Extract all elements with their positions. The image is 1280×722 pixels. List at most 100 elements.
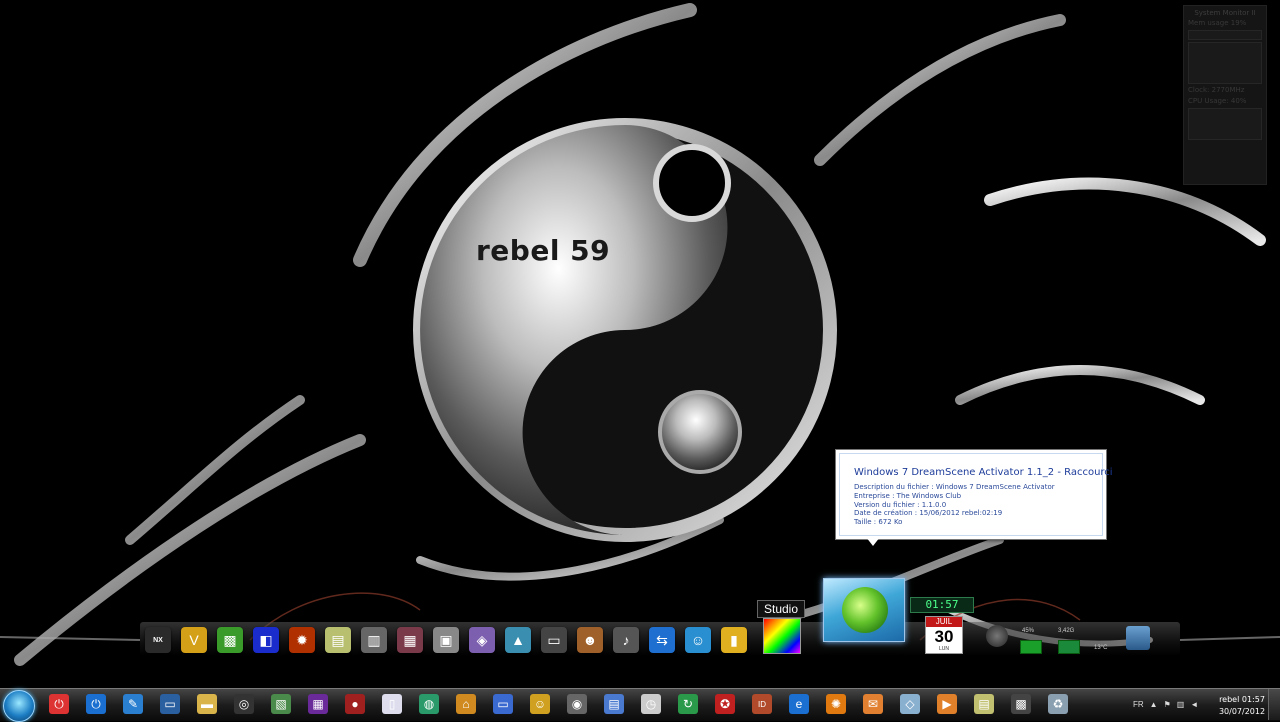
taskbar-clock[interactable]: rebel 01:57 30/07/2012 [1218,694,1266,718]
clock-icon[interactable]: ◷ [641,694,661,714]
power-icon[interactable]: ⏻ [86,694,106,714]
book2-glyph: ▦ [403,631,417,648]
palette-icon[interactable]: ◈ [469,627,495,653]
clock-glyph: ◷ [645,697,657,711]
show-desktop-button[interactable] [1268,689,1280,720]
network-meter[interactable] [1058,640,1080,654]
v-icon[interactable]: V [181,627,207,653]
tray-expand-icon[interactable]: ▲ [1150,700,1158,709]
dreamscene-activator-icon[interactable] [823,578,905,642]
studio-dock-item[interactable]: Studio [757,600,805,654]
id-icon[interactable]: ID [752,694,772,714]
green-app-icon[interactable]: ▩ [217,627,243,653]
calendar-month: JUIL [926,617,962,627]
desktop-label: rebel 59 [476,234,611,267]
teamviewer-glyph: ⇆ [656,631,668,648]
monitor-icon[interactable]: ▭ [541,627,567,653]
weather-gadget-icon[interactable] [1126,626,1150,650]
graph-area [1188,42,1262,84]
book2-icon[interactable]: ▦ [397,627,423,653]
speaker-icon[interactable]: ▣ [433,627,459,653]
nexus-glyph: NX [153,636,163,644]
internet-explorer-glyph: e [795,697,803,711]
notepad-glyph: ▤ [978,697,990,711]
media-player-icon[interactable]: ▶ [937,694,957,714]
cpu-graph [1188,108,1262,140]
fire-icon[interactable]: ✹ [289,627,315,653]
folder-yellow-icon[interactable]: ▮ [721,627,747,653]
memory-bar [1188,30,1262,40]
smiley-icon[interactable]: ☺ [530,694,550,714]
clock-time: rebel 01:57 [1219,695,1265,704]
mascot-icon[interactable]: ☻ [577,627,603,653]
book-icon[interactable]: ▥ [361,627,387,653]
user-icon[interactable]: ☺ [685,627,711,653]
nexus-icon[interactable]: NX [145,627,171,653]
file-tooltip: Windows 7 DreamScene Activator 1.1_2 - R… [835,449,1113,540]
cpu-value: 40% [1230,97,1247,105]
temperature-value: 13°C [1094,645,1108,651]
ball-glyph: ● [351,697,359,711]
battery-meter[interactable] [1020,640,1042,654]
notes-icon[interactable]: ▤ [325,627,351,653]
microphone-icon[interactable]: ♪ [613,627,639,653]
monitor-small-icon[interactable]: ▭ [493,694,513,714]
clock-value: 2770MHz [1211,86,1245,94]
system-tray: FR ▲ ⚑ ▥ ◄ [1130,690,1201,718]
system-monitor-gadget[interactable]: System Monitor II Mem usage 19% Clock: 2… [1183,5,1267,185]
firefox-glyph: ✺ [830,697,842,711]
disc-icon[interactable]: ◎ [234,694,254,714]
camera-icon[interactable]: ◉ [567,694,587,714]
shutdown-glyph: ⏻ [54,696,64,711]
internet-explorer-icon[interactable]: e [789,694,809,714]
game-icon[interactable]: ▩ [1011,694,1031,714]
triangle-glyph: ▲ [511,632,525,648]
mail-icon[interactable]: ✉ [863,694,883,714]
ccleaner-icon[interactable]: ✪ [715,694,735,714]
disc-glyph: ◎ [238,697,250,711]
calendar-weekday: LUN [938,646,949,652]
cpuz-icon[interactable]: ▦ [308,694,328,714]
blue-square-icon[interactable]: ◧ [253,627,279,653]
tray-flag-icon[interactable]: ⚑ [1164,700,1171,709]
recycle-bin-glyph: ♻ [1052,697,1064,711]
shutdown-icon[interactable]: ⏻ [49,694,69,714]
tooltip-lines: Description du fichier : Windows 7 Dream… [854,483,1055,527]
language-indicator[interactable]: FR [1133,700,1144,709]
tools-icon[interactable]: ✎ [123,694,143,714]
clock-label: Clock: [1188,86,1210,94]
studio-label: Studio [757,600,805,618]
document-icon[interactable]: ▯ [382,694,402,714]
triangle-icon[interactable]: ▲ [505,627,531,653]
monitor-glyph: ▭ [547,631,561,648]
ball-icon[interactable]: ● [345,694,365,714]
tooltip-tail [866,537,880,546]
fire-glyph: ✹ [296,631,308,648]
tray-volume-icon[interactable]: ◄ [1190,700,1198,709]
ccleaner-glyph: ✪ [719,697,731,711]
computer-icon[interactable]: ▭ [160,694,180,714]
network-icon[interactable]: ▤ [604,694,624,714]
firefox-icon[interactable]: ✺ [826,694,846,714]
tooltip-line: Version du fichier : 1.1.0.0 [854,500,947,509]
battery-percent: 45% [1022,628,1035,634]
start-button[interactable] [3,690,35,722]
calendar-gadget[interactable]: JUIL 30 LUN [925,616,963,654]
notepad-icon[interactable]: ▤ [974,694,994,714]
taskbar-pinned-icons: ⏻ ⏻ ✎ ▭ ▬ ◎ ▧ ▦ ● ▯ ◍ ⌂ ▭ ☺ ◉ ▤ ◷ ↻ ✪ ID e ✺ ✉ ◇ ▶ ▤ ▩ ♻ [40,690,1076,718]
image-icon[interactable]: ▧ [271,694,291,714]
globe-icon[interactable]: ◍ [419,694,439,714]
home-icon[interactable]: ⌂ [456,694,476,714]
cpuz-glyph: ▦ [312,697,324,711]
tray-network-icon[interactable]: ▥ [1177,700,1185,709]
glass-icon[interactable]: ◇ [900,694,920,714]
folder-icon[interactable]: ▬ [197,694,217,714]
tooltip-title: Windows 7 DreamScene Activator 1.1_2 - R… [854,467,1113,478]
globe-gadget-icon[interactable] [986,625,1008,647]
calendar-day: 30 [934,627,954,646]
recycle-bin-icon[interactable]: ♻ [1048,694,1068,714]
teamviewer-icon[interactable]: ⇆ [649,627,675,653]
memory-label: Mem usage [1188,19,1229,27]
digital-clock-gadget[interactable]: 01:57 [910,597,974,613]
refresh-icon[interactable]: ↻ [678,694,698,714]
